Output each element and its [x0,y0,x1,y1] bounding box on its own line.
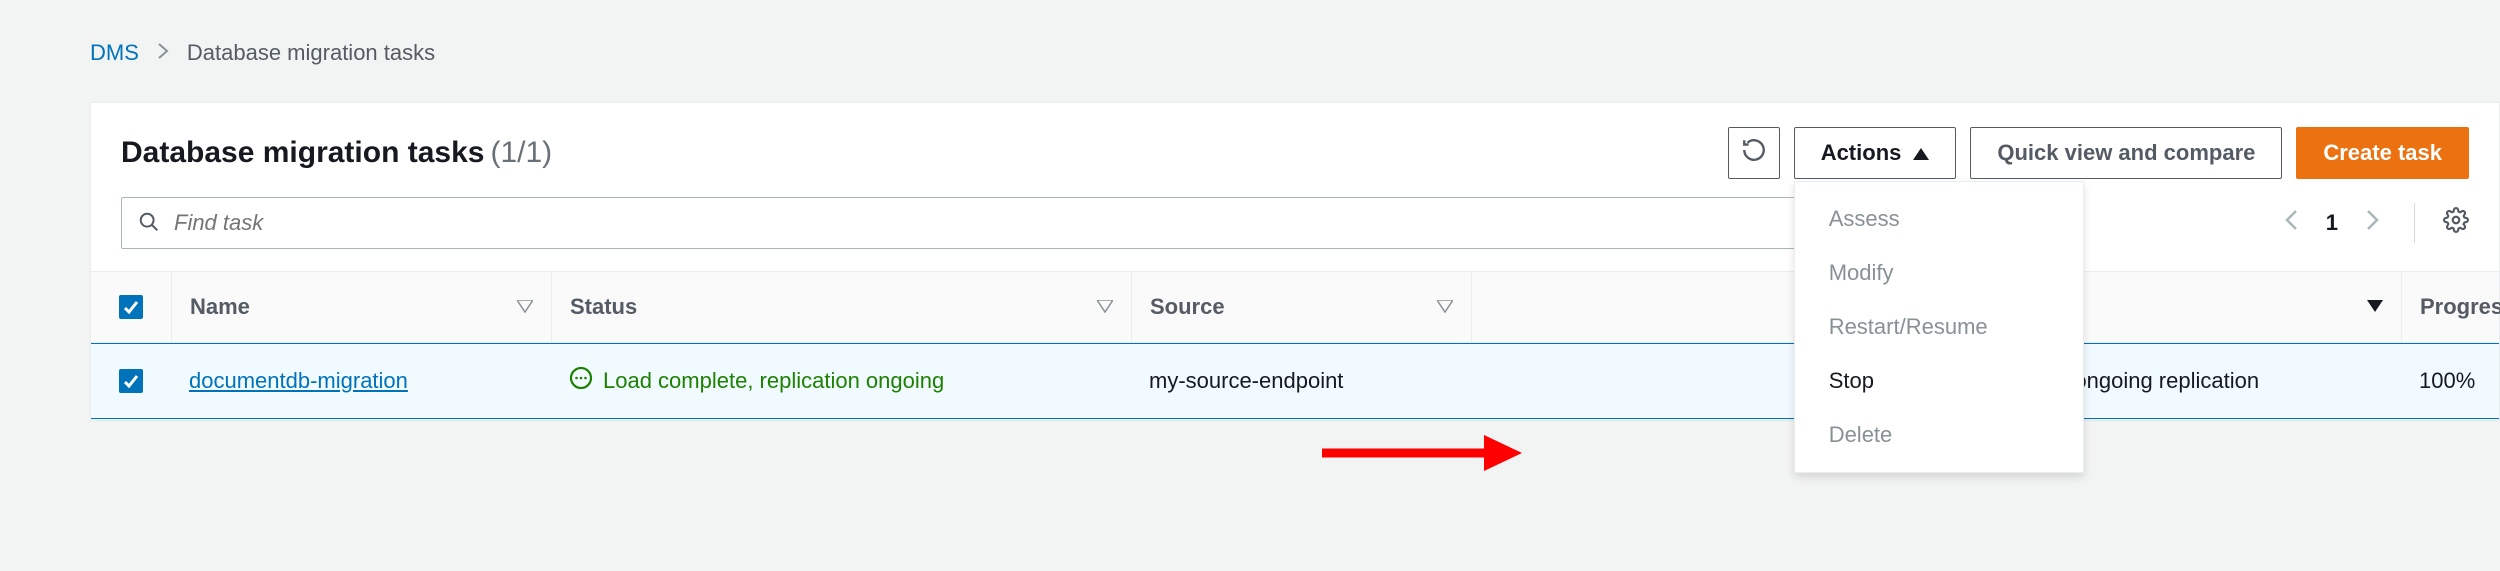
refresh-button[interactable] [1728,127,1780,179]
sort-icon [2367,294,2383,320]
quick-view-button[interactable]: Quick view and compare [1970,127,2282,179]
actions-item-restart[interactable]: Restart/Resume [1795,300,2083,354]
breadcrumb: DMS Database migration tasks [90,40,2500,66]
pager-next[interactable] [2360,203,2386,243]
tasks-panel: Database migration tasks (1/1) Actions [90,102,2500,420]
refresh-icon [1741,137,1767,169]
select-all-checkbox[interactable] [119,295,143,319]
create-task-button[interactable]: Create task [2296,127,2469,179]
actions-dropdown: Assess Modify Restart/Resume Stop Delete [1794,181,2084,473]
actions-label: Actions [1821,140,1902,166]
breadcrumb-current: Database migration tasks [187,40,435,66]
th-source[interactable]: Source [1131,272,1471,342]
row-checkbox[interactable] [119,369,143,393]
search-input[interactable] [174,210,1964,236]
th-status[interactable]: Status [551,272,1131,342]
create-task-label: Create task [2323,140,2442,166]
settings-button[interactable] [2443,207,2469,239]
caret-up-icon [1913,140,1929,166]
th-progress-label: Progress [2420,294,2500,320]
sort-icon [517,294,533,320]
chevron-right-icon [157,40,169,66]
table-header: Name Status Source [91,271,2499,343]
breadcrumb-root[interactable]: DMS [90,40,139,66]
th-status-label: Status [570,294,637,320]
progress-value: 100% [2419,368,2475,394]
page-title-count: (1/1) [490,136,552,170]
status-text: Load complete, replication ongoing [603,368,944,394]
status-ok-icon [569,366,593,396]
tasks-table: Name Status Source [91,271,2499,419]
th-progress[interactable]: Progress [2401,272,2500,342]
pager: 1 [2278,203,2469,243]
page-title: Database migration tasks [121,136,484,170]
source-value: my-source-endpoint [1149,368,1343,394]
pager-prev[interactable] [2278,203,2304,243]
status-badge: Load complete, replication ongoing [569,366,944,396]
search-icon [138,211,160,236]
annotation-arrow [1322,430,1522,476]
actions-item-stop[interactable]: Stop [1795,354,2083,408]
task-name-link[interactable]: documentdb-migration [189,368,408,394]
pager-page: 1 [2326,210,2338,236]
th-source-label: Source [1150,294,1225,320]
actions-item-modify[interactable]: Modify [1795,246,2083,300]
th-name-label: Name [190,294,250,320]
th-name[interactable]: Name [171,272,551,342]
gear-icon [2443,213,2469,238]
sort-icon [1097,294,1113,320]
actions-item-delete[interactable]: Delete [1795,408,2083,462]
search-box[interactable] [121,197,1981,249]
actions-button[interactable]: Actions [1794,127,1957,179]
quick-view-label: Quick view and compare [1997,140,2255,166]
actions-item-assess[interactable]: Assess [1795,192,2083,246]
sort-icon [1437,294,1453,320]
table-row[interactable]: documentdb-migration Load complete, [91,343,2499,419]
